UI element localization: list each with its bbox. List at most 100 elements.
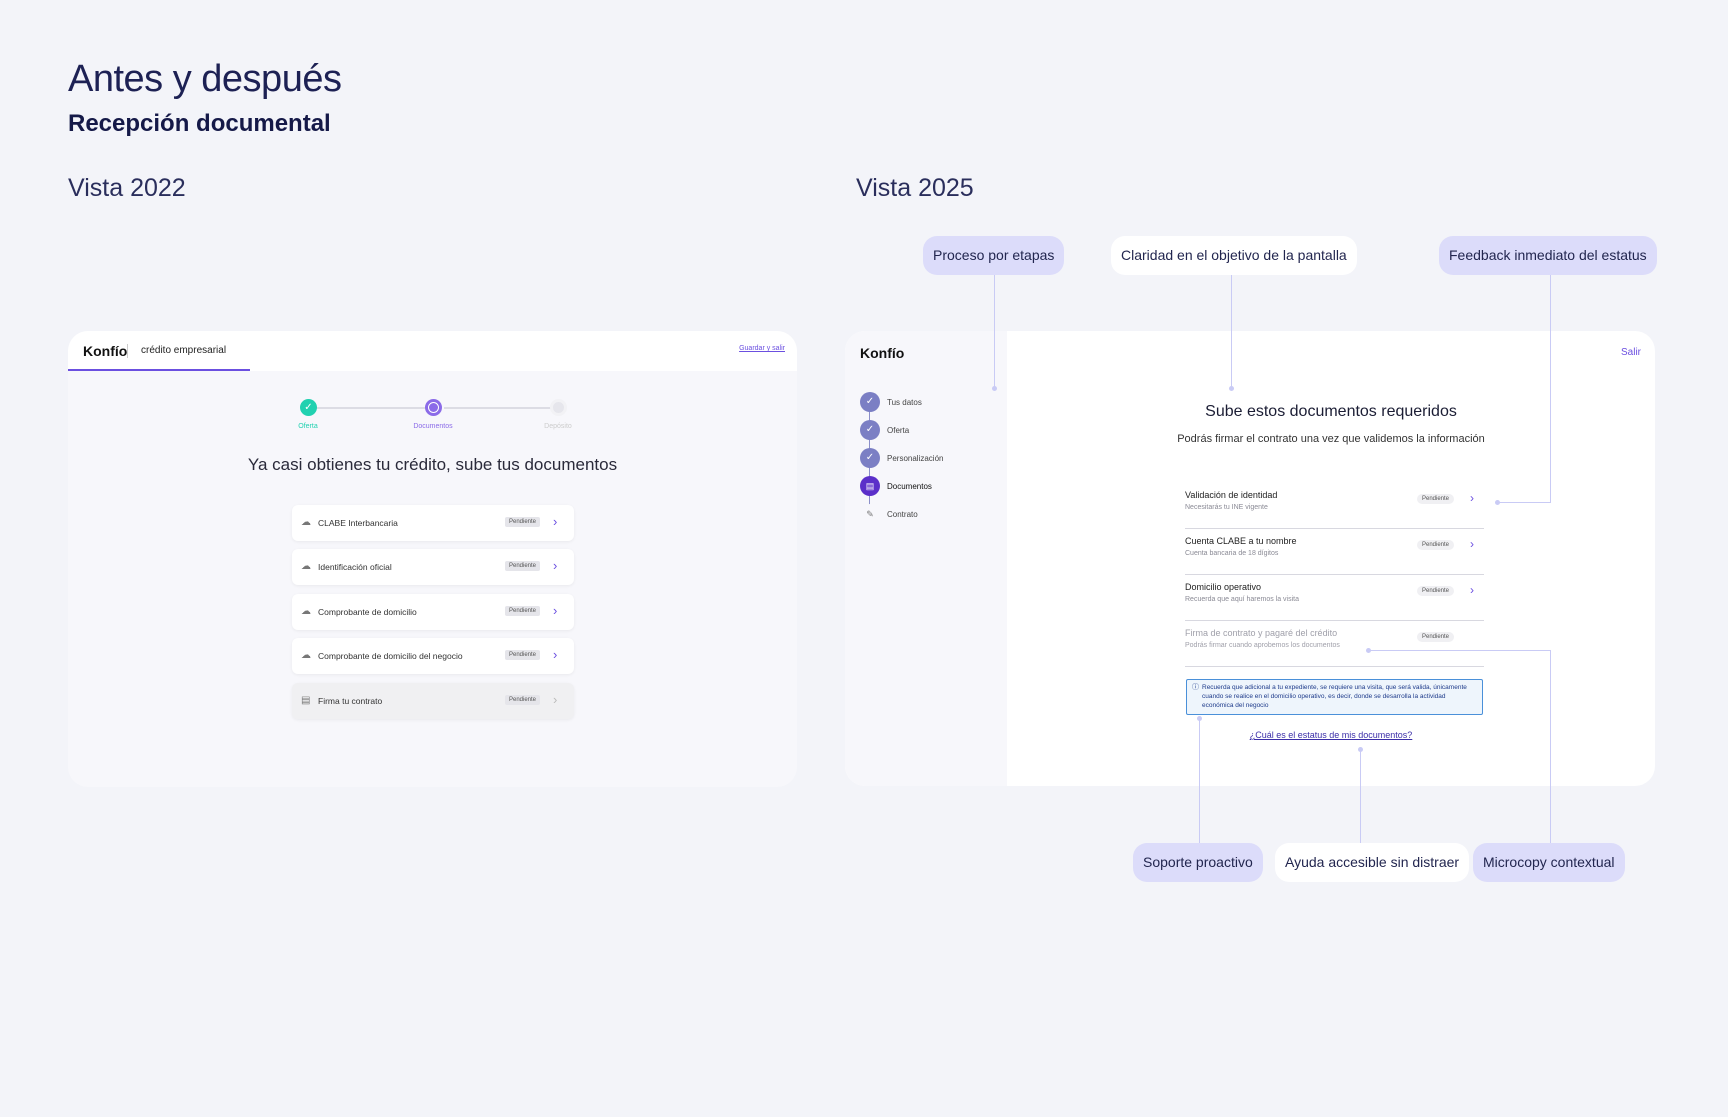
- document-label: Firma tu contrato: [318, 696, 383, 706]
- page-title: Antes y después: [68, 58, 342, 100]
- status-badge: Pendiente: [1417, 494, 1455, 504]
- connector-dot: [1197, 716, 1202, 721]
- connector-line: [1231, 275, 1232, 388]
- connector-dot: [992, 386, 997, 391]
- document-card[interactable]: ☁ Identificación oficial Pendiente ›: [292, 549, 574, 585]
- step-pending-indicator: [550, 399, 567, 416]
- connector-dot: [1366, 648, 1371, 653]
- chevron-right-icon: ›: [553, 647, 558, 662]
- sidebar: Konfío ✓ Tus datos ✓ Oferta ✓ Personaliz…: [845, 331, 1007, 786]
- step-done-check-icon: ✓: [300, 399, 317, 416]
- help-link-text[interactable]: ¿Cuál es el estatus de mis documentos?: [1250, 730, 1413, 740]
- document-title: Cuenta CLABE a tu nombre: [1185, 536, 1297, 546]
- chevron-right-icon: ›: [553, 692, 558, 707]
- cloud-upload-icon: ☁: [301, 650, 311, 661]
- chevron-right-icon: ›: [1470, 491, 1474, 505]
- info-text: Recuerda que adicional a tu expediente, …: [1202, 684, 1467, 710]
- new-description: Podrás firmar el contrato una vez que va…: [1177, 433, 1485, 445]
- document-row[interactable]: Cuenta CLABE a tu nombre Cuenta bancaria…: [1185, 529, 1484, 575]
- cloud-upload-icon: ☁: [301, 517, 311, 528]
- document-card[interactable]: ☁ Comprobante de domicilio del negocio P…: [292, 638, 574, 674]
- status-badge: Pendiente: [505, 606, 541, 616]
- annotation-pill: Claridad en el objetivo de la pantalla: [1111, 236, 1357, 275]
- sidebar-step-label: Tus datos: [887, 398, 922, 407]
- contract-icon: ✎: [860, 504, 880, 524]
- step-current-indicator: [425, 399, 442, 416]
- connector-line: [1498, 502, 1551, 503]
- connector-line: [1360, 750, 1361, 843]
- new-screen: Konfío ✓ Tus datos ✓ Oferta ✓ Personaliz…: [845, 331, 1655, 786]
- connector-dot: [1495, 500, 1500, 505]
- connector-dot: [1229, 386, 1234, 391]
- cloud-upload-icon: ☁: [301, 561, 311, 572]
- annotation-pill: Proceso por etapas: [923, 236, 1065, 275]
- step-done-check-icon: ✓: [860, 448, 880, 468]
- status-badge: Pendiente: [1417, 540, 1455, 550]
- connector-line: [1550, 650, 1551, 843]
- page-subtitle: Recepción documental: [68, 110, 331, 137]
- annotation-pill: Microcopy contextual: [1473, 843, 1625, 882]
- old-product-label: crédito empresarial: [141, 345, 227, 356]
- document-row[interactable]: Domicilio operativo Recuerda que aquí ha…: [1185, 575, 1484, 621]
- document-label: Identificación oficial: [318, 562, 392, 572]
- old-heading: Ya casi obtienes tu crédito, sube tus do…: [247, 455, 618, 474]
- document-subtitle: Podrás firmar cuando aprobemos los docum…: [1185, 642, 1340, 649]
- document-title: Domicilio operativo: [1185, 582, 1262, 592]
- new-heading: Sube estos documentos requeridos: [1205, 403, 1457, 420]
- visit-info-box: ⓘ Recuerda que adicional a tu expediente…: [1186, 679, 1483, 715]
- stepper-line: [444, 407, 554, 409]
- document-status-help-link[interactable]: ¿Cuál es el estatus de mis documentos?: [1007, 730, 1655, 740]
- document-subtitle: Cuenta bancaria de 18 dígitos: [1185, 550, 1279, 557]
- connector-line: [1368, 650, 1550, 651]
- document-card[interactable]: ☁ CLABE Interbancaria Pendiente ›: [292, 505, 574, 541]
- old-tab-indicator: [68, 369, 250, 371]
- save-exit-link[interactable]: Guardar y salir: [739, 345, 785, 352]
- document-row-disabled: Firma de contrato y pagaré del crédito P…: [1185, 621, 1484, 667]
- old-topbar: Konfío crédito empresarial Guardar y sal…: [68, 331, 797, 371]
- document-subtitle: Recuerda que aquí haremos la visita: [1185, 596, 1300, 603]
- exit-link[interactable]: Salir: [1621, 347, 1641, 358]
- chevron-right-icon: ›: [1470, 537, 1474, 551]
- view-2022-label: Vista 2022: [68, 174, 186, 202]
- chevron-right-icon: ›: [1470, 583, 1474, 597]
- annotation-pill: Soporte proactivo: [1133, 843, 1263, 882]
- document-icon: ▤: [301, 695, 311, 706]
- status-badge: Pendiente: [1417, 586, 1455, 596]
- old-screen: Konfío crédito empresarial Guardar y sal…: [68, 331, 797, 787]
- step-label: Documentos: [413, 423, 453, 430]
- connector-line: [994, 275, 995, 388]
- sidebar-step-label: Oferta: [887, 426, 910, 435]
- status-badge: Pendiente: [505, 695, 541, 705]
- cloud-upload-icon: ☁: [301, 606, 311, 617]
- document-title: Validación de identidad: [1185, 490, 1278, 500]
- document-subtitle: Necesitarás tu INE vigente: [1185, 504, 1268, 511]
- document-card[interactable]: ☁ Comprobante de domicilio Pendiente ›: [292, 594, 574, 630]
- sidebar-step-label: Personalización: [887, 454, 944, 463]
- document-row[interactable]: Validación de identidad Necesitarás tu I…: [1185, 483, 1484, 529]
- connector-line: [1550, 275, 1551, 502]
- step-done-check-icon: ✓: [860, 392, 880, 412]
- new-logo: Konfío: [860, 345, 905, 361]
- old-divider: [127, 344, 128, 358]
- stepper-line: [316, 407, 426, 409]
- status-badge: Pendiente: [505, 561, 541, 571]
- status-badge: Pendiente: [505, 517, 541, 527]
- chevron-right-icon: ›: [553, 514, 558, 529]
- info-icon: ⓘ: [1192, 684, 1199, 691]
- document-title: Firma de contrato y pagaré del crédito: [1185, 628, 1338, 638]
- step-done-check-icon: ✓: [860, 420, 880, 440]
- status-badge: Pendiente: [1417, 632, 1455, 642]
- status-badge: Pendiente: [505, 650, 541, 660]
- sidebar-step-label: Contrato: [887, 510, 918, 519]
- chevron-right-icon: ›: [553, 558, 558, 573]
- annotation-pill: Ayuda accesible sin distraer: [1275, 843, 1470, 882]
- document-label: Comprobante de domicilio del negocio: [318, 651, 463, 661]
- step-label: Depósito: [544, 423, 572, 430]
- connector-line: [1199, 719, 1200, 843]
- document-label: Comprobante de domicilio: [318, 607, 417, 617]
- connector-dot: [1358, 747, 1363, 752]
- document-label: CLABE Interbancaria: [318, 518, 398, 528]
- old-logo: Konfío: [83, 343, 128, 359]
- view-2025-label: Vista 2025: [856, 174, 974, 202]
- chevron-right-icon: ›: [553, 603, 558, 618]
